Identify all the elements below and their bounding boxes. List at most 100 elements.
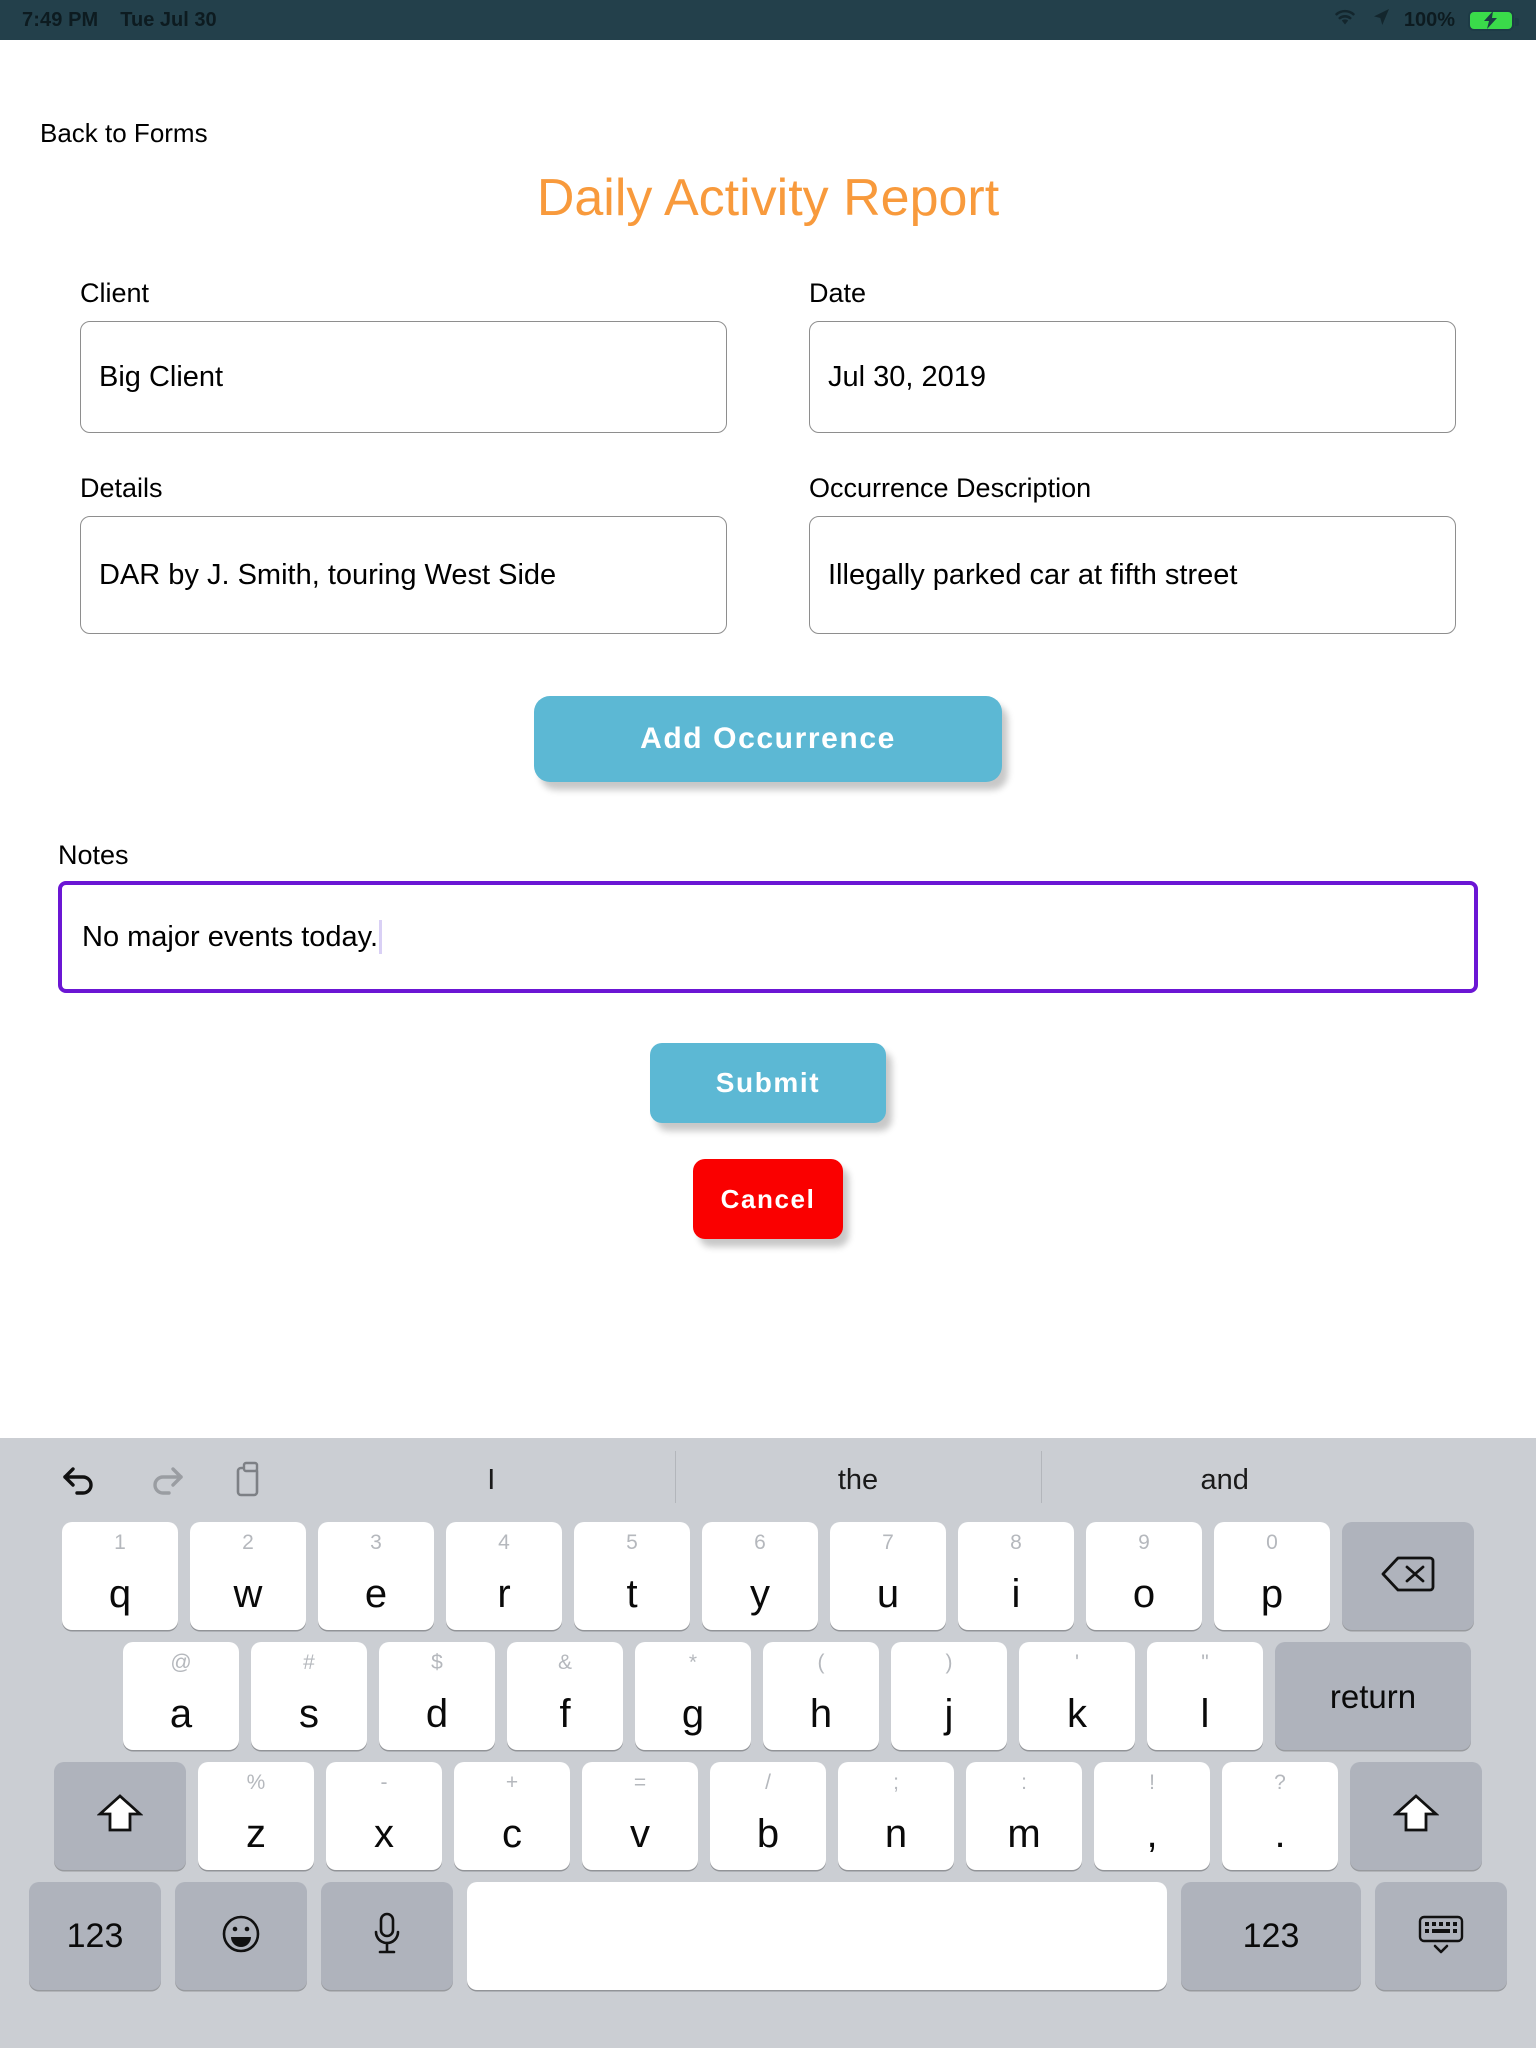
key-space[interactable] <box>467 1882 1167 1990</box>
field-label-date: Date <box>809 278 867 308</box>
status-bar-left: 7:49 PM Tue Jul 30 <box>22 9 217 32</box>
key-a-alt: @ <box>170 1651 192 1674</box>
key-s-label: s <box>299 1692 319 1736</box>
key-d-label: d <box>425 1692 449 1736</box>
cancel-button[interactable]: Cancel <box>692 1159 844 1239</box>
key-g-alt: * <box>688 1651 698 1674</box>
key-comma[interactable]: !, <box>1094 1762 1210 1870</box>
key-numbers-right[interactable]: 123 <box>1181 1882 1361 1990</box>
screen: 7:49 PM Tue Jul 30 100% Back to Forms Da… <box>0 0 1536 2048</box>
key-e-alt: 3 <box>370 1531 382 1554</box>
key-b[interactable]: / b <box>710 1762 826 1870</box>
occurrence-description-input-value: Illegally parked car at fifth street <box>828 558 1238 591</box>
hide-keyboard-icon <box>1415 1912 1467 1961</box>
key-numbers-left-label: 123 <box>66 1917 124 1955</box>
key-b-alt: / <box>765 1771 771 1794</box>
key-u[interactable]: 7u <box>830 1522 946 1630</box>
key-s[interactable]: # s <box>251 1642 367 1750</box>
key-period[interactable]: ?. <box>1222 1762 1338 1870</box>
key-hide-keyboard[interactable] <box>1375 1882 1507 1990</box>
submit-button[interactable]: Submit <box>650 1043 886 1123</box>
key-numbers-left[interactable]: 123 <box>29 1882 161 1990</box>
key-f-label: f <box>559 1692 571 1736</box>
key-t-alt: 5 <box>626 1531 638 1554</box>
key-shift-left[interactable] <box>54 1762 186 1870</box>
key-v[interactable]: = v <box>582 1762 698 1870</box>
key-emoji[interactable] <box>175 1882 307 1990</box>
key-t[interactable]: 5t <box>574 1522 690 1630</box>
key-x-alt: - <box>380 1771 388 1794</box>
key-g-label: g <box>681 1692 705 1736</box>
key-h[interactable]: (h <box>763 1642 879 1750</box>
key-a[interactable]: @ a <box>123 1642 239 1750</box>
key-y-label: y <box>750 1572 770 1616</box>
back-to-forms-link[interactable]: Back to Forms <box>40 118 208 149</box>
key-l[interactable]: " l <box>1147 1642 1263 1750</box>
key-o-alt: 9 <box>1138 1531 1150 1554</box>
paste-icon[interactable] <box>226 1457 272 1503</box>
key-c[interactable]: + c <box>454 1762 570 1870</box>
key-j-alt: ) <box>945 1651 953 1674</box>
key-r[interactable]: 4r <box>446 1522 562 1630</box>
cancel-row: Cancel <box>0 1159 1536 1239</box>
key-x[interactable]: -x <box>326 1762 442 1870</box>
key-y[interactable]: 6y <box>702 1522 818 1630</box>
key-w[interactable]: 2w <box>190 1522 306 1630</box>
shift-icon <box>96 1792 144 1841</box>
key-backspace[interactable] <box>1342 1522 1474 1630</box>
occurrence-description-input[interactable]: Illegally parked car at fifth street <box>809 516 1456 634</box>
key-v-alt: = <box>633 1771 647 1794</box>
keyboard-row-4: 123 123 <box>8 1882 1528 1990</box>
key-m-label: m <box>1007 1812 1041 1856</box>
key-return-label: return <box>1329 1677 1417 1715</box>
key-l-label: l <box>1200 1692 1210 1736</box>
key-x-label: x <box>374 1812 394 1856</box>
key-k[interactable]: ' k <box>1019 1642 1135 1750</box>
key-k-alt: ' <box>1074 1651 1079 1674</box>
key-p-alt: 0 <box>1266 1531 1278 1554</box>
client-input[interactable]: Big Client <box>80 321 727 433</box>
suggestion-0[interactable]: I <box>308 1464 675 1497</box>
status-time: 7:49 PM <box>22 8 99 31</box>
field-details: Details DAR by J. Smith, touring West Si… <box>80 473 727 634</box>
key-m[interactable]: :m <box>966 1762 1082 1870</box>
key-i[interactable]: 8i <box>958 1522 1074 1630</box>
battery-charging-icon <box>1468 9 1519 31</box>
form: Client Big Client Date Jul 30, 2019 Deta… <box>80 278 1456 782</box>
backspace-icon <box>1380 1554 1436 1599</box>
key-period-label: . <box>1274 1812 1286 1856</box>
key-p[interactable]: 0p <box>1214 1522 1330 1630</box>
key-dictation[interactable] <box>321 1882 453 1990</box>
key-c-label: c <box>502 1812 522 1856</box>
key-g[interactable]: * g <box>635 1642 751 1750</box>
redo-icon <box>142 1457 188 1503</box>
wifi-icon <box>1332 7 1358 33</box>
key-z-label: z <box>246 1812 266 1856</box>
field-occurrence-description: Occurrence Description Illegally parked … <box>809 473 1456 634</box>
keyboard-suggestions: I the and <box>308 1450 1408 1503</box>
suggestion-2[interactable]: and <box>1041 1450 1408 1503</box>
key-z[interactable]: % z <box>198 1762 314 1870</box>
keyboard-row-2: @ a # s $ d & f * g (h ) j ' k " l return <box>8 1642 1528 1750</box>
add-occurrence-button[interactable]: Add Occurrence <box>534 696 1002 782</box>
key-e[interactable]: 3e <box>318 1522 434 1630</box>
key-return[interactable]: return <box>1275 1642 1471 1750</box>
key-d[interactable]: $ d <box>379 1642 495 1750</box>
details-input[interactable]: DAR by J. Smith, touring West Side <box>80 516 727 634</box>
key-o-label: o <box>1132 1572 1156 1616</box>
key-f[interactable]: & f <box>507 1642 623 1750</box>
key-comma-label: , <box>1146 1812 1158 1856</box>
key-o[interactable]: 9o <box>1086 1522 1202 1630</box>
key-t-label: t <box>626 1572 638 1616</box>
date-input-value: Jul 30, 2019 <box>828 360 987 393</box>
page-title: Daily Activity Report <box>536 169 1000 227</box>
undo-icon[interactable] <box>58 1457 104 1503</box>
key-shift-right[interactable] <box>1350 1762 1482 1870</box>
submit-row: Submit <box>0 1043 1536 1123</box>
key-n[interactable]: ; n <box>838 1762 954 1870</box>
notes-input[interactable]: No major events today. <box>58 881 1478 993</box>
date-input[interactable]: Jul 30, 2019 <box>809 321 1456 433</box>
suggestion-1[interactable]: the <box>674 1450 1042 1503</box>
key-q[interactable]: 1q <box>62 1522 178 1630</box>
key-j[interactable]: ) j <box>891 1642 1007 1750</box>
